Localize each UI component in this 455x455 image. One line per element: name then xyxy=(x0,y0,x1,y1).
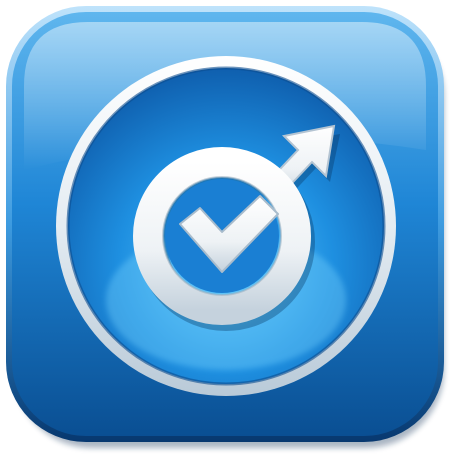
app-icon[interactable] xyxy=(0,0,455,455)
icon-stage xyxy=(0,0,455,455)
